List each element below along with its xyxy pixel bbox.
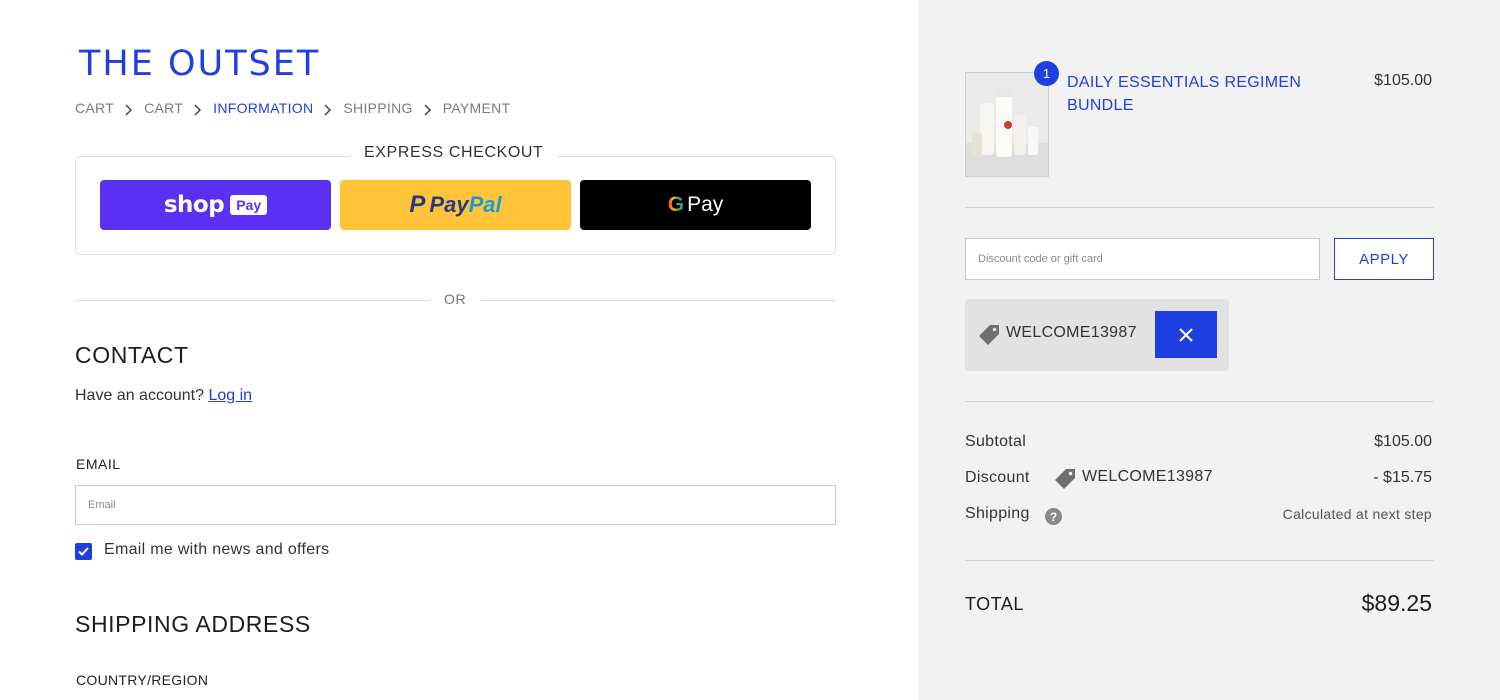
or-divider-text: OR (444, 291, 467, 307)
shop-pay-button[interactable]: shop Pay (100, 180, 331, 230)
subtotal-value: $105.00 (1374, 433, 1432, 450)
summary-divider (965, 401, 1434, 402)
chevron-right-icon (183, 100, 213, 116)
apply-discount-button[interactable]: APPLY (1334, 238, 1434, 280)
breadcrumb-payment: PAYMENT (442, 100, 511, 116)
newsletter-checkbox[interactable] (75, 543, 92, 560)
paypal-wordmark-pal: Pal (468, 192, 502, 217)
email-label: EMAIL (76, 456, 121, 472)
subtotal-label: Subtotal (965, 433, 1027, 450)
remove-discount-button[interactable] (1155, 311, 1217, 358)
contact-heading: CONTACT (75, 342, 189, 368)
shipping-note: Calculated at next step (1282, 506, 1432, 522)
brand-logo[interactable]: THE OUTSET (79, 44, 320, 84)
shipping-label: Shipping (965, 505, 1030, 522)
discount-label: Discount (965, 469, 1030, 486)
shop-pay-tag: Pay (230, 195, 268, 215)
breadcrumb-cart-2[interactable]: CART (144, 100, 183, 116)
shipping-address-heading: SHIPPING ADDRESS (75, 611, 311, 637)
google-g-icon: G (667, 193, 685, 216)
paypal-button[interactable]: P Pay Pal (340, 180, 571, 230)
country-region-label: COUNTRY/REGION (76, 672, 209, 688)
google-pay-button[interactable]: G Pay (580, 180, 811, 230)
price-tag-icon (979, 325, 999, 345)
breadcrumb-cart[interactable]: CART (75, 100, 114, 116)
total-label: TOTAL (965, 594, 1024, 614)
divider-line-left (75, 300, 430, 301)
breadcrumb-shipping: SHIPPING (343, 100, 413, 116)
product-name: DAILY ESSENTIALS REGIMEN BUNDLE (1067, 74, 1302, 114)
express-checkout-title: EXPRESS CHECKOUT (350, 144, 558, 162)
close-icon (1179, 327, 1193, 342)
product-price: $105.00 (1374, 72, 1432, 89)
summary-divider (965, 207, 1434, 208)
discount-code-input[interactable] (965, 238, 1320, 280)
summary-divider (965, 560, 1434, 561)
product-thumbnail (965, 72, 1049, 177)
chevron-right-icon (413, 100, 443, 116)
account-prompt-line: Have an account? Log in (75, 387, 252, 405)
shop-pay-wordmark: shop (163, 192, 225, 218)
email-input[interactable] (75, 485, 836, 525)
chevron-right-icon (313, 100, 343, 116)
paypal-icon: P (409, 191, 426, 218)
question-icon[interactable]: ? (1045, 508, 1062, 525)
product-image (966, 73, 1048, 176)
google-pay-wordmark: Pay (687, 193, 724, 216)
chevron-right-icon (114, 100, 144, 116)
paypal-wordmark-pay: Pay (429, 192, 469, 217)
quantity-badge: 1 (1034, 61, 1059, 86)
login-link[interactable]: Log in (208, 387, 252, 404)
checkmark-icon (78, 547, 89, 556)
breadcrumb-information: INFORMATION (213, 100, 314, 116)
total-value: $89.25 (1361, 590, 1432, 616)
discount-code-applied: WELCOME13987 (1082, 468, 1213, 485)
account-prompt: Have an account? (75, 387, 204, 404)
price-tag-icon (1055, 469, 1075, 489)
divider-line-right (481, 300, 836, 301)
newsletter-label[interactable]: Email me with news and offers (104, 541, 329, 559)
discount-amount: - $15.75 (1373, 469, 1432, 486)
applied-discount-code: WELCOME13987 (1006, 324, 1137, 341)
breadcrumb: CART CART INFORMATION SHIPPING PAYMENT (75, 100, 510, 116)
